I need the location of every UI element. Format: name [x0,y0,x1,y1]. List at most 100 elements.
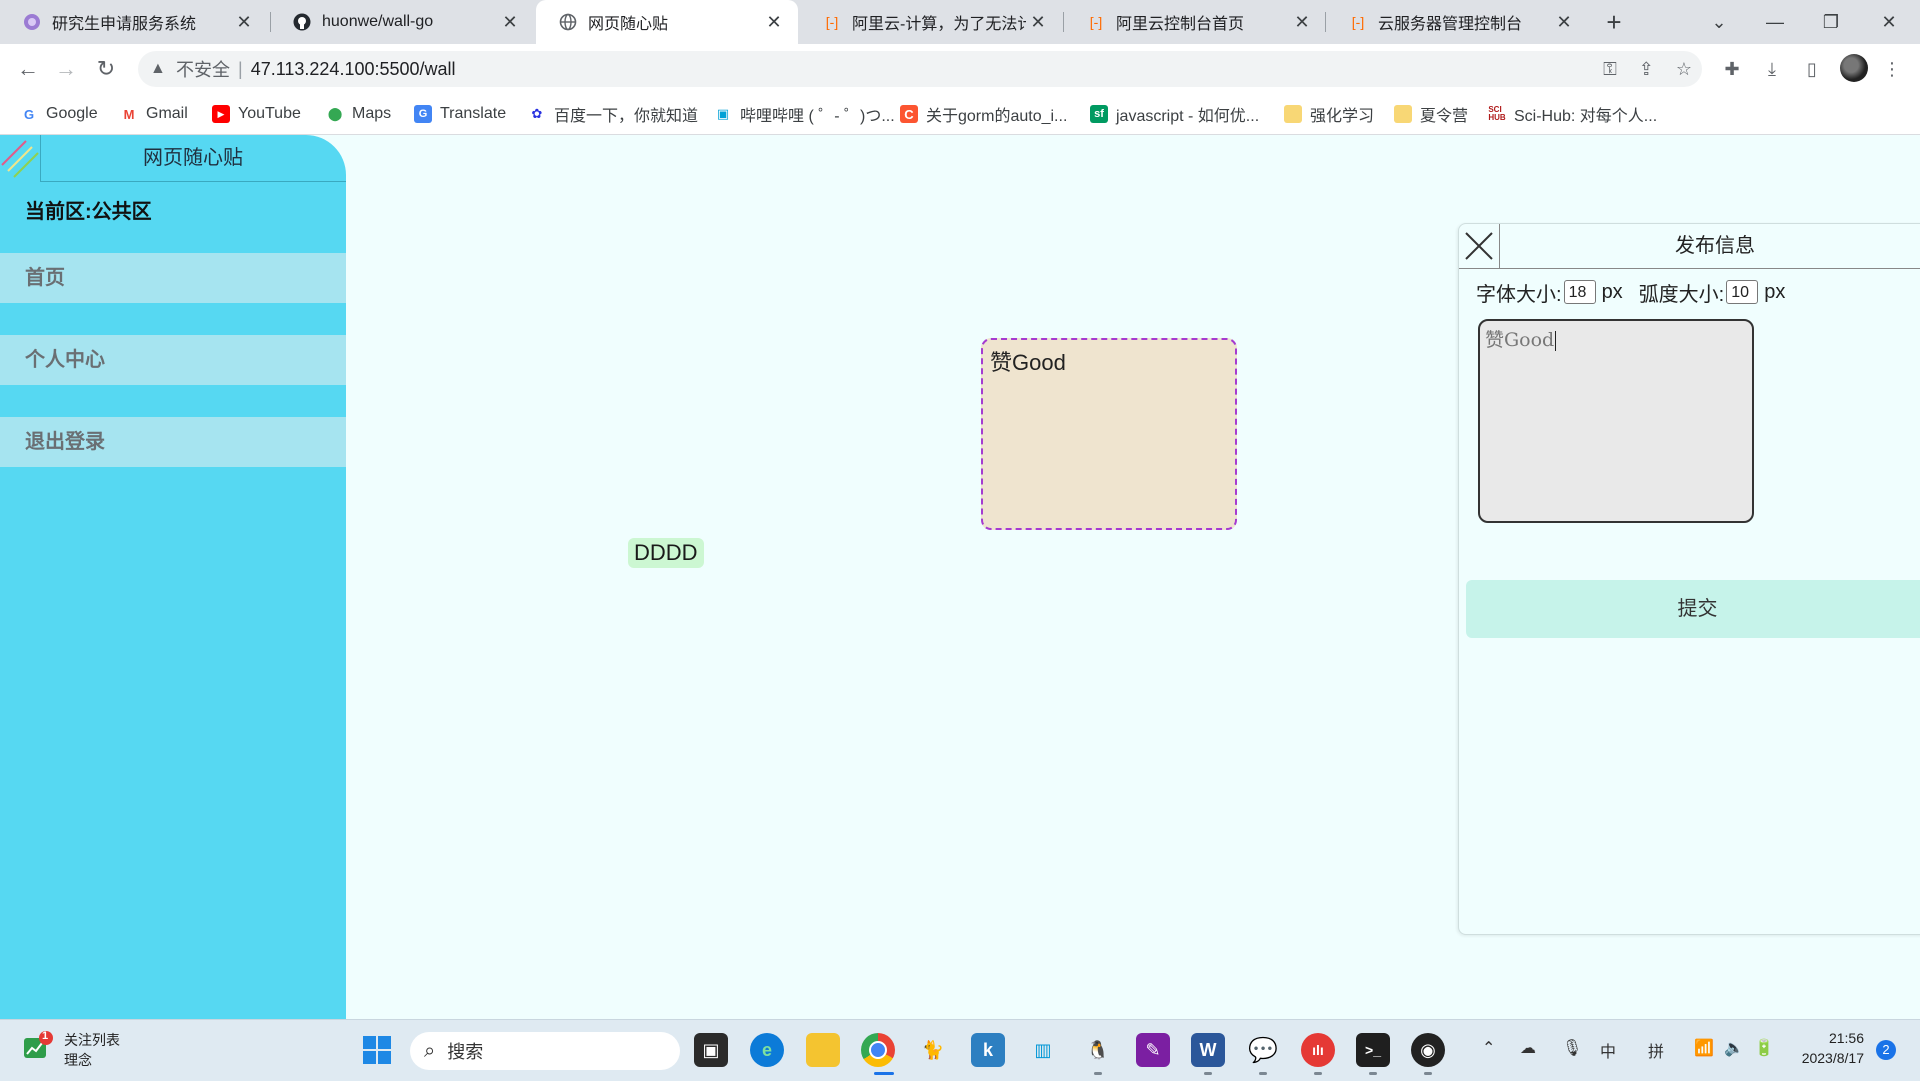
close-icon[interactable]: ✕ [498,12,522,33]
ime-mode[interactable]: 拼 [1648,1038,1664,1062]
barcode-app-icon[interactable]: ▥ [1026,1033,1060,1067]
chrome-icon[interactable] [861,1033,895,1067]
google-icon: G [23,106,35,122]
bookmark-gmail[interactable]: M Gmail [120,94,188,134]
scihub-icon: SCI HUB [1488,105,1506,122]
bookmark-bilibili[interactable]: ▣ 哔哩哔哩 ( ゜- ゜)つ... [714,94,895,134]
decorative-corner-icon [0,135,41,181]
file-explorer-icon[interactable] [806,1033,840,1067]
app-cat-icon[interactable]: 🐈 [916,1033,950,1067]
battery-icon[interactable]: 🔋 [1754,1038,1774,1058]
bookmark-segmentfault[interactable]: sf javascript - 如何优... [1090,94,1259,134]
text-caret [1555,331,1557,351]
microphone-icon[interactable]: 🎙 [1562,1038,1582,1058]
reload-button[interactable]: ↻ [90,53,122,85]
bookmark-baidu[interactable]: ✿ 百度一下，你就知道 [528,94,698,134]
obs-icon[interactable]: ◉ [1411,1033,1445,1067]
share-icon[interactable]: ⇪ [1639,59,1654,80]
bookmarks-bar: G Google M Gmail ▶ YouTube ⬤ Maps G Translate… [0,94,1920,135]
tab-title: huonwe/wall-go [322,13,434,30]
browser-toolbar: ← → ↻ ▲ 不安全 | 47.113.224.100:5500/wall ⚿… [0,44,1920,94]
browser-tab[interactable]: [-] 阿里云-计算，为了无法计算 ✕ [800,0,1062,44]
note-content-textarea[interactable]: 赞Good [1478,319,1754,523]
font-size-input[interactable]: 18 [1563,280,1596,304]
sidebar-item-home[interactable]: 首页 [0,253,346,303]
tab-search-button[interactable]: ⌄ [1696,6,1742,38]
submit-button[interactable]: 提交 [1466,580,1920,638]
taskbar-search[interactable]: ⌕ 搜索 [410,1032,680,1070]
extensions-icon[interactable]: ✚ [1716,53,1748,85]
stock-title: 关注列表 [64,1032,120,1048]
sidebar-item-profile[interactable]: 个人中心 [0,335,346,385]
bookmark-folder[interactable]: 强化学习 [1284,94,1374,134]
aliyun-icon: [-] [825,14,839,30]
app-red-icon[interactable]: ılı [1301,1033,1335,1067]
bookmark-youtube[interactable]: ▶ YouTube [212,94,301,134]
radius-label: 弧度大小: [1638,283,1725,306]
browser-tab-active[interactable]: 网页随心贴 ✕ [536,0,798,44]
browser-tab[interactable]: [-] 云服务器管理控制台 ✕ [1326,0,1588,44]
bookmark-csdn[interactable]: C 关于gorm的auto_i... [900,94,1067,134]
tab-title: 阿里云控制台首页 [1116,16,1245,33]
radius-input[interactable]: 10 [1726,280,1759,304]
app-k-icon[interactable]: k [971,1033,1005,1067]
close-icon[interactable]: ✕ [1552,12,1576,33]
style-options: 字体大小: 18 px 弧度大小: 10 px [1476,276,1785,308]
browser-tab[interactable]: 研究生申请服务系统 ✕ [0,0,268,44]
app-notes-icon[interactable]: ✎ [1136,1033,1170,1067]
qq-icon[interactable]: 🐧 [1081,1033,1115,1067]
sidebar-item-logout[interactable]: 退出登录 [0,417,346,467]
restore-button[interactable]: ❐ [1808,6,1854,38]
tab-title: 云服务器管理控制台 [1378,16,1523,33]
sticky-note[interactable]: DDDD [628,538,704,568]
word-icon[interactable]: W [1191,1033,1225,1067]
clock-time: 21:56 [1828,1030,1864,1046]
windows-start-icon[interactable] [360,1033,394,1067]
folder-icon [1394,105,1412,123]
chevron-up-icon[interactable]: ⌃ [1482,1038,1495,1058]
bookmark-star-icon[interactable]: ☆ [1676,59,1692,80]
volume-icon[interactable]: 🔈 [1724,1038,1744,1058]
new-tab-button[interactable]: + [1598,6,1630,38]
ime-language[interactable]: 中 [1600,1038,1616,1062]
bookmark-scihub[interactable]: SCI HUB Sci-Hub: 对每个人... [1488,94,1657,134]
bookmark-google[interactable]: G Google [20,94,98,134]
minimize-button[interactable]: — [1752,6,1798,38]
bookmark-maps[interactable]: ⬤ Maps [326,94,391,134]
profile-avatar[interactable] [1840,54,1868,82]
close-window-button[interactable]: ✕ [1866,6,1912,38]
close-icon[interactable]: ✕ [1290,12,1314,33]
menu-icon[interactable]: ⋮ [1876,53,1908,85]
close-icon[interactable]: ✕ [1026,12,1050,33]
back-button[interactable]: ← [12,53,44,85]
side-panel-icon[interactable]: ▯ [1796,53,1828,85]
cloud-icon[interactable]: ☁ [1520,1038,1536,1058]
download-icon[interactable]: ⤓ [1756,53,1788,85]
system-clock[interactable]: 21:56 2023/8/17 [1794,1028,1864,1068]
notification-badge[interactable]: 2 [1876,1040,1896,1060]
key-icon[interactable]: ⚿ [1603,59,1617,80]
sticky-note-preview[interactable]: 赞Good [981,338,1237,530]
tab-title: 研究生申请服务系统 [52,16,197,33]
bookmark-folder[interactable]: 夏令营 [1394,94,1468,134]
stock-subtitle: 理念 [64,1052,92,1068]
close-icon[interactable]: ✕ [762,12,786,33]
task-view-icon[interactable]: ▣ [694,1033,728,1067]
close-icon[interactable]: ✕ [232,12,256,33]
bookmark-translate[interactable]: G Translate [414,94,506,134]
stock-widget-icon[interactable]: 1 [22,1030,54,1062]
bilibili-icon: ▣ [716,106,730,121]
panel-title: 发布信息 [1500,224,1920,269]
publish-panel: 发布信息 字体大小: 18 px 弧度大小: 10 px 赞Good 提交 [1458,223,1920,935]
edge-icon[interactable]: e [750,1033,784,1067]
browser-tab[interactable]: huonwe/wall-go ✕ [270,0,534,44]
wifi-icon[interactable]: 📶 [1694,1038,1714,1058]
address-bar[interactable]: ▲ 不安全 | 47.113.224.100:5500/wall ⚿ ⇪ ☆ [138,51,1702,87]
note-text: 赞Good [990,350,1066,375]
terminal-icon[interactable]: >_ [1356,1033,1390,1067]
close-panel-button[interactable] [1459,224,1500,269]
browser-tab[interactable]: [-] 阿里云控制台首页 ✕ [1064,0,1326,44]
wechat-icon[interactable]: 💬 [1246,1033,1280,1067]
forward-button[interactable]: → [50,53,82,85]
stock-widget[interactable]: 关注列表 理念 [64,1030,120,1070]
